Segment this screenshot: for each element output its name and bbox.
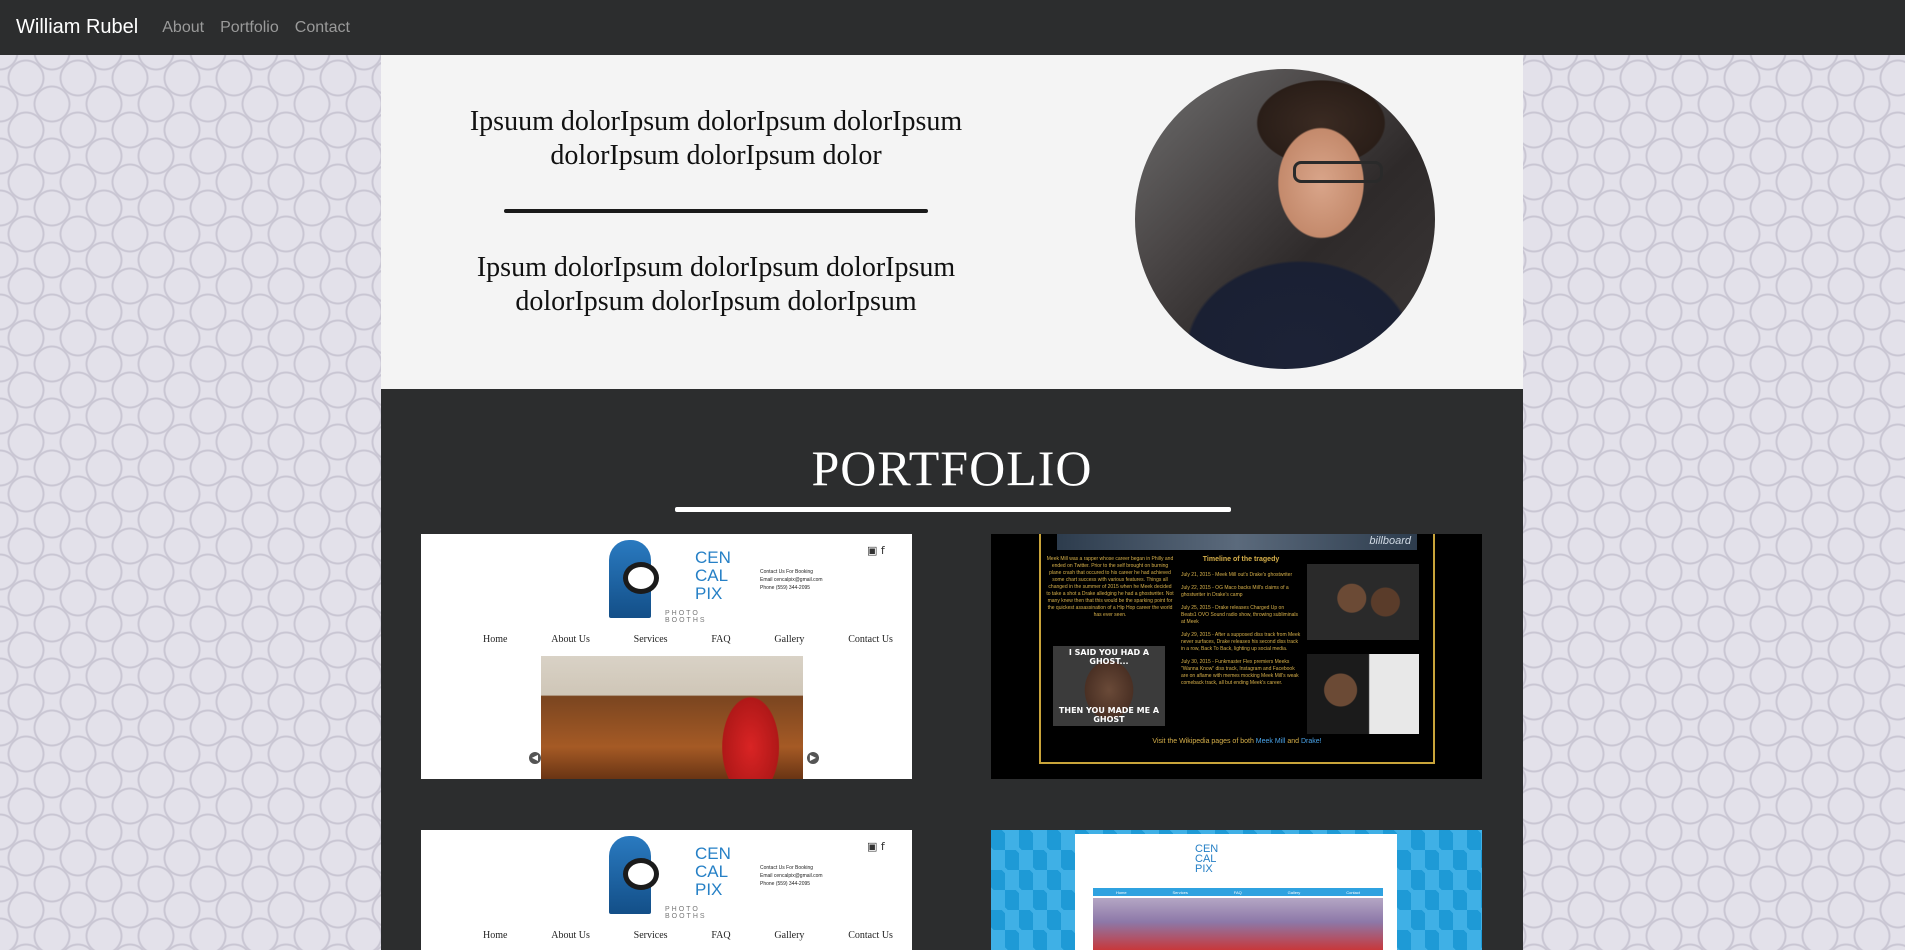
carousel-photo bbox=[541, 656, 803, 779]
site-nav-item: FAQ bbox=[711, 634, 731, 645]
footer-prefix: Visit the Wikipedia pages of both bbox=[1152, 738, 1254, 745]
about-paragraph-1: Ipsuum dolorIpsum dolorIpsum dolorIpsum … bbox=[469, 106, 963, 171]
meek-mill-link[interactable]: Meek Mill bbox=[1256, 738, 1286, 745]
site-nav-item: Services bbox=[633, 634, 668, 645]
timeline-list: July 21, 2015 - Meek Mill out's Drake's … bbox=[1181, 572, 1301, 693]
logo-tagline: PHOTO BOOTHS bbox=[665, 610, 707, 624]
portfolio-card-cencalpix[interactable]: CEN CAL PIX PHOTO BOOTHS Contact Us For … bbox=[421, 534, 912, 779]
portfolio-card-meekmill[interactable]: billboard Meek Mill was a rapper whose c… bbox=[991, 534, 1482, 779]
site-nav-item: Contact bbox=[1346, 889, 1360, 895]
site-nav-item: Services bbox=[1172, 889, 1188, 895]
logo-word-3: PIX bbox=[695, 880, 723, 899]
photo-tweet bbox=[1307, 654, 1419, 734]
portfolio-divider bbox=[675, 507, 1231, 512]
site-nav-item: Contact Us bbox=[848, 930, 893, 941]
contact-line: Email cencalpix@gmail.com bbox=[760, 873, 823, 879]
logo-word-2: CAL bbox=[695, 566, 729, 585]
site-nav-item: Services bbox=[633, 930, 668, 941]
site-nav-item: FAQ bbox=[711, 930, 731, 941]
contact-line: Phone (559) 344-2095 bbox=[760, 881, 811, 887]
cencalpix-logo: CEN CAL PIX PHOTO BOOTHS bbox=[609, 836, 734, 920]
logo-word-3: PIX bbox=[695, 584, 723, 603]
top-navbar: William Rubel About Portfolio Contact bbox=[0, 0, 1905, 55]
logo-word-2: CAL bbox=[695, 862, 729, 881]
site-nav-item: Gallery bbox=[1287, 889, 1301, 895]
logo-word-3: PIX bbox=[1195, 863, 1213, 875]
profile-photo bbox=[1135, 69, 1435, 369]
footer-and: and bbox=[1287, 738, 1299, 745]
portfolio-section: PORTFOLIO CEN CAL PIX PHOTO BOOTHS Conta… bbox=[381, 389, 1523, 950]
site-nav: Home About Us Services FAQ Gallery Conta… bbox=[483, 930, 893, 941]
chevron-left-icon: ◀ bbox=[529, 752, 541, 764]
site-nav-item: About Us bbox=[551, 634, 590, 645]
logo-word-1: CEN bbox=[695, 844, 731, 863]
timeline-item: July 29, 2015 - After a supposed diss tr… bbox=[1181, 632, 1301, 652]
meme-top-text: I SAID YOU HAD A GHOST... bbox=[1068, 648, 1150, 666]
social-icons: ▣ f bbox=[867, 840, 885, 853]
glasses-shape bbox=[1293, 161, 1383, 183]
contact-line: Email cencalpix@gmail.com bbox=[760, 577, 823, 583]
meme-image: I SAID YOU HAD A GHOST... THEN YOU MADE … bbox=[1053, 646, 1165, 726]
site-nav-item: Contact Us bbox=[848, 634, 893, 645]
camera-lens-icon bbox=[623, 858, 659, 890]
chevron-right-icon: ▶ bbox=[807, 752, 819, 764]
contact-line: Phone (559) 344-2095 bbox=[760, 585, 811, 591]
logo-tagline: PHOTO BOOTHS bbox=[665, 906, 707, 920]
site-nav: Home Services FAQ Gallery Contact bbox=[1093, 888, 1383, 896]
timeline-item: July 25, 2015 - Drake releases Charged U… bbox=[1181, 605, 1299, 625]
cencalpix-logo: CEN CAL PIX PHOTO BOOTHS bbox=[609, 540, 734, 624]
social-icons: ▣ f bbox=[867, 544, 885, 557]
site-photo bbox=[1093, 898, 1383, 950]
photo-group bbox=[1307, 564, 1419, 640]
meme-bottom-text: THEN YOU MADE ME A GHOST bbox=[1058, 706, 1160, 724]
site-nav-item: Gallery bbox=[774, 930, 805, 941]
cencalpix-logo: CEN CAL PIX bbox=[1195, 844, 1218, 875]
site-nav-item: Home bbox=[483, 634, 508, 645]
timeline-item: July 22, 2015 - OG Maco backs Mill's cla… bbox=[1181, 585, 1289, 598]
portfolio-card-cencalpix-alt[interactable]: CEN CAL PIX Home Services FAQ Gallery Co… bbox=[991, 830, 1482, 950]
timeline-item: July 21, 2015 - Meek Mill out's Drake's … bbox=[1181, 572, 1293, 578]
nav-link-portfolio[interactable]: Portfolio bbox=[220, 19, 279, 37]
nav-link-contact[interactable]: Contact bbox=[295, 19, 350, 37]
wiki-footer: Visit the Wikipedia pages of both Meek M… bbox=[1039, 738, 1435, 745]
intro-paragraph: Meek Mill was a rapper whose career bega… bbox=[1046, 556, 1174, 618]
contact-line: Contact Us For Booking bbox=[760, 569, 814, 575]
timeline-title: Timeline of the tragedy bbox=[1202, 556, 1280, 563]
contact-info: Contact Us For Booking Email cencalpix@g… bbox=[760, 568, 823, 592]
about-text-block: Ipsuum dolorIpsum dolorIpsum dolorIpsum … bbox=[421, 105, 1011, 319]
site-nav-item: About Us bbox=[551, 930, 590, 941]
contact-info: Contact Us For Booking Email cencalpix@g… bbox=[760, 864, 823, 888]
site-preview: CEN CAL PIX Home Services FAQ Gallery Co… bbox=[1075, 834, 1397, 950]
site-nav-item: Home bbox=[483, 930, 508, 941]
site-nav: Home About Us Services FAQ Gallery Conta… bbox=[483, 634, 893, 645]
nav-link-about[interactable]: About bbox=[162, 19, 204, 37]
drake-link[interactable]: Drake! bbox=[1301, 738, 1322, 745]
brand-link[interactable]: William Rubel bbox=[16, 16, 138, 39]
about-paragraph-2: Ipsum dolorIpsum dolorIpsum dolorIpsum d… bbox=[476, 252, 956, 317]
contact-line: Contact Us For Booking bbox=[760, 865, 814, 871]
site-nav-item: Home bbox=[1115, 889, 1127, 895]
portfolio-title: PORTFOLIO bbox=[811, 440, 1093, 496]
logo-word-1: CEN bbox=[695, 548, 731, 567]
site-nav-item: FAQ bbox=[1233, 889, 1242, 895]
site-nav-item: Gallery bbox=[774, 634, 805, 645]
portfolio-card-cencalpix-2[interactable]: CEN CAL PIX PHOTO BOOTHS Contact Us For … bbox=[421, 830, 912, 950]
about-divider bbox=[504, 209, 928, 213]
timeline-item: July 30, 2015 - Funkmaster Flex premiers… bbox=[1181, 659, 1299, 686]
about-section: Ipsuum dolorIpsum dolorIpsum dolorIpsum … bbox=[381, 55, 1523, 389]
camera-lens-icon bbox=[623, 562, 659, 594]
main-container: Ipsuum dolorIpsum dolorIpsum dolorIpsum … bbox=[381, 55, 1523, 950]
